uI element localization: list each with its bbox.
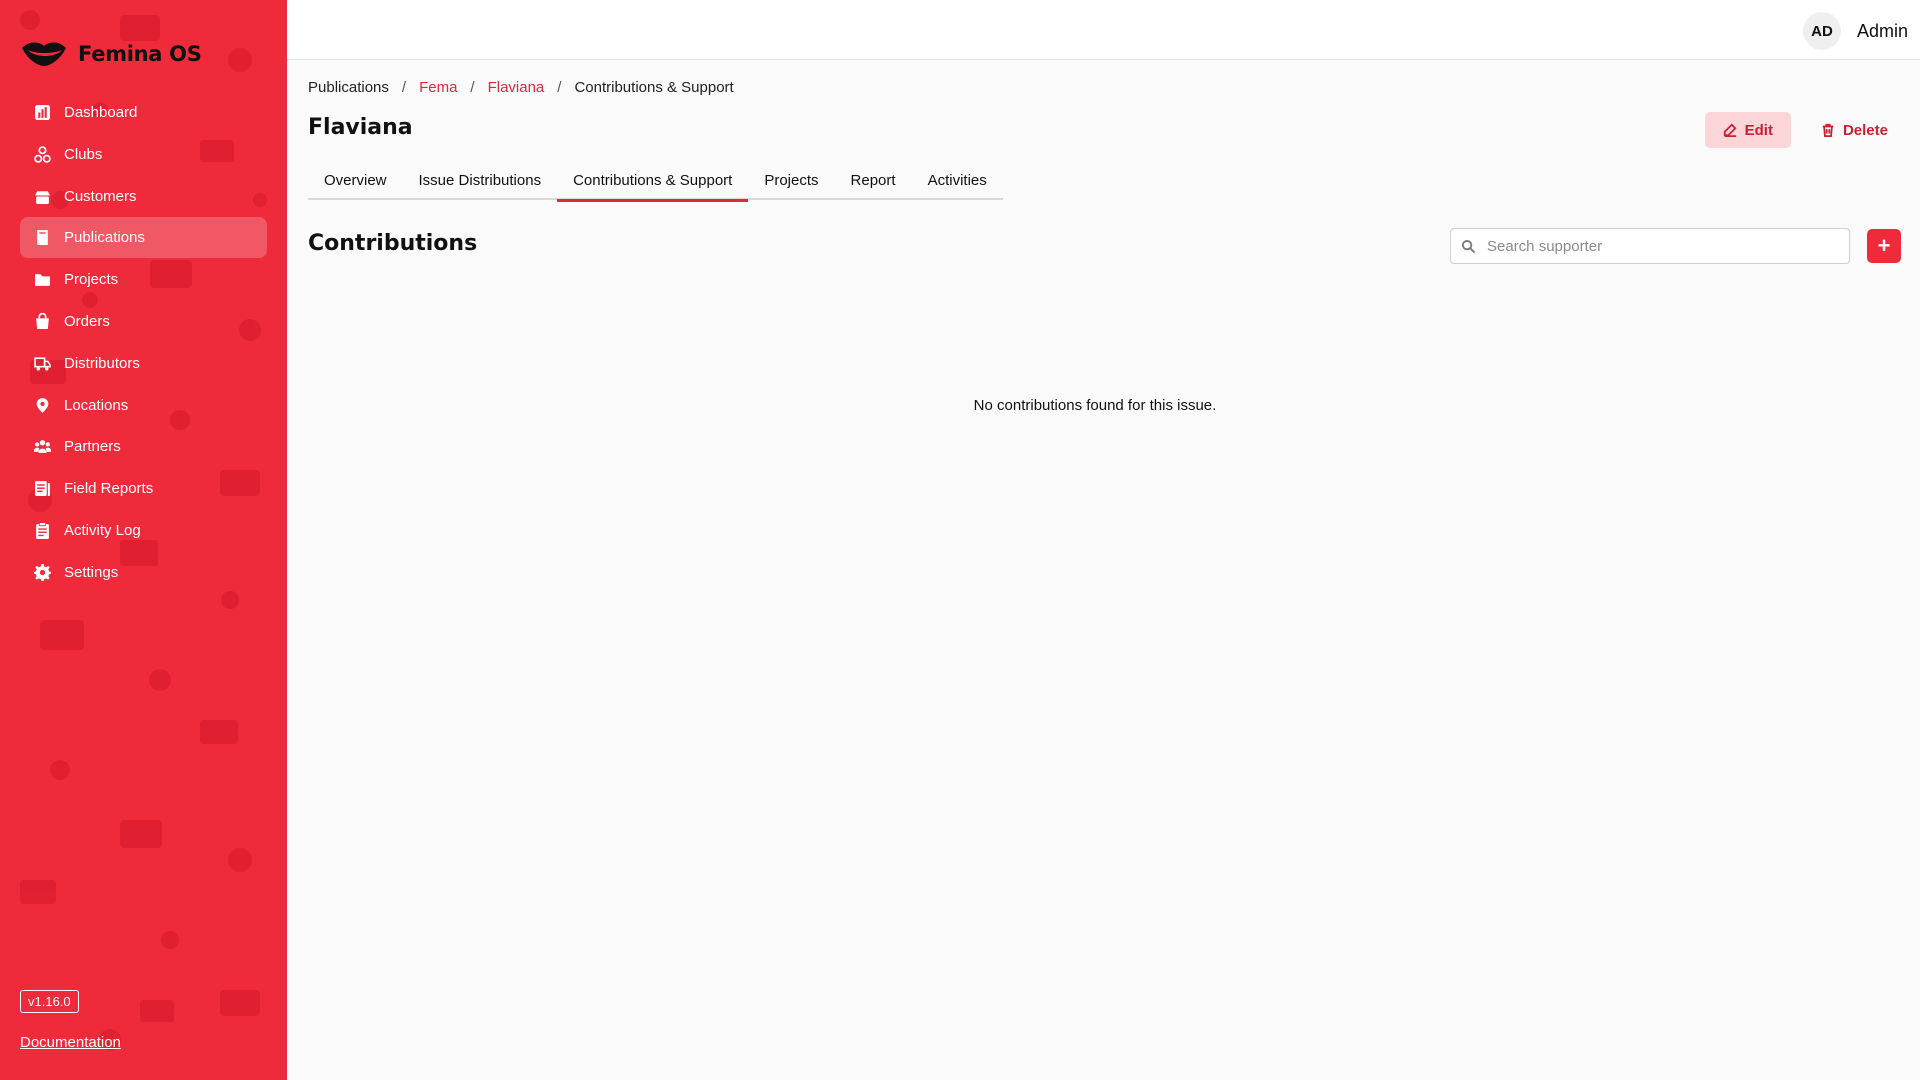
sidebar-item-label: Field Reports [64,480,154,498]
sidebar-item-label: Locations [64,396,129,414]
sidebar-item-activity-log[interactable]: Activity Log [20,510,267,551]
report-icon [33,480,51,498]
search-box[interactable] [1450,228,1850,264]
page-actions: Edit Delete [1704,112,1900,148]
edit-button-label: Edit [1744,121,1773,139]
customers-icon [33,187,51,205]
bag-icon [33,312,51,330]
sidebar-item-label: Activity Log [64,521,141,539]
breadcrumb-current: Contributions & Support [574,79,734,96]
truck-icon [33,354,51,372]
sidebar-item-label: Publications [64,229,145,247]
sidebar-item-orders[interactable]: Orders [20,301,267,342]
user-menu[interactable]: AD Admin [1802,12,1908,50]
pin-icon [33,396,51,414]
gear-icon [33,563,51,581]
sidebar-item-label: Distributors [64,354,140,372]
partners-icon [33,438,51,456]
user-name[interactable]: Admin [1857,21,1908,42]
breadcrumb: Publications / Fema / Flaviana / Contrib… [308,79,734,96]
breadcrumb-separator: / [470,79,475,96]
page-title: Flaviana [308,115,413,140]
version-badge: v1.16.0 [20,990,79,1013]
sidebar: Femina OS Dashboard Clubs Customers Publ… [0,0,287,1080]
search-icon [1461,239,1476,253]
tab-projects[interactable]: Projects [748,160,834,200]
breadcrumb-separator: / [401,79,407,96]
sidebar-item-clubs[interactable]: Clubs [20,134,267,175]
sidebar-item-locations[interactable]: Locations [20,385,267,426]
breadcrumb-flaviana[interactable]: Flaviana [488,79,545,96]
topbar: AD Admin [287,0,1920,60]
add-contribution-button[interactable]: + [1867,229,1901,263]
femina-lips-logo [22,42,66,66]
edit-button[interactable]: Edit [1704,112,1791,148]
breadcrumb-publications[interactable]: Publications [308,79,389,96]
sidebar-item-label: Clubs [64,145,103,163]
edit-icon [1723,123,1737,137]
sidebar-item-label: Projects [64,271,119,289]
chart-icon [33,104,51,122]
tab-activities[interactable]: Activities [912,160,1003,200]
tab-report[interactable]: Report [835,160,912,200]
delete-button[interactable]: Delete [1809,112,1900,148]
empty-state-message: No contributions found for this issue. [973,397,1217,414]
sidebar-item-customers[interactable]: Customers [20,176,267,217]
sidebar-item-label: Orders [64,312,110,330]
brand-name: Femina OS [78,42,202,66]
plus-icon: + [1877,233,1891,258]
sidebar-item-partners[interactable]: Partners [20,426,267,467]
tab-issue-distributions[interactable]: Issue Distributions [403,160,558,200]
tab-contributions-support[interactable]: Contributions & Support [557,160,749,202]
sidebar-item-label: Dashboard [64,104,138,121]
clubs-icon [33,145,51,163]
brand[interactable]: Femina OS [20,38,202,70]
delete-button-label: Delete [1842,121,1888,139]
search-supporter-input[interactable] [1487,237,1837,255]
contributions-title: Contributions [308,231,478,256]
folder-icon [33,271,51,289]
avatar[interactable]: AD [1802,12,1841,50]
sidebar-item-dashboard[interactable]: Dashboard [20,92,267,133]
sidebar-item-settings[interactable]: Settings [20,552,267,593]
documentation-link[interactable]: Documentation [20,1034,121,1051]
sidebar-nav: Dashboard Clubs Customers Publications P… [20,92,267,594]
book-icon [33,229,51,247]
sidebar-item-projects[interactable]: Projects [20,259,267,300]
sidebar-item-distributors[interactable]: Distributors [20,343,267,384]
sidebar-item-label: Customers [64,187,137,205]
main-content: Publications / Fema / Flaviana / Contrib… [287,61,1920,1080]
sidebar-item-publications[interactable]: Publications [20,217,267,259]
tab-bar: Overview Issue Distributions Contributio… [308,160,1003,202]
clipboard-icon [33,521,51,539]
sidebar-item-field-reports[interactable]: Field Reports [20,468,267,509]
sidebar-item-label: Settings [64,563,119,581]
trash-icon [1822,123,1834,137]
breadcrumb-fema[interactable]: Fema [419,79,457,96]
tab-overview[interactable]: Overview [308,160,403,200]
breadcrumb-separator: / [557,79,562,96]
sidebar-item-label: Partners [64,438,121,456]
